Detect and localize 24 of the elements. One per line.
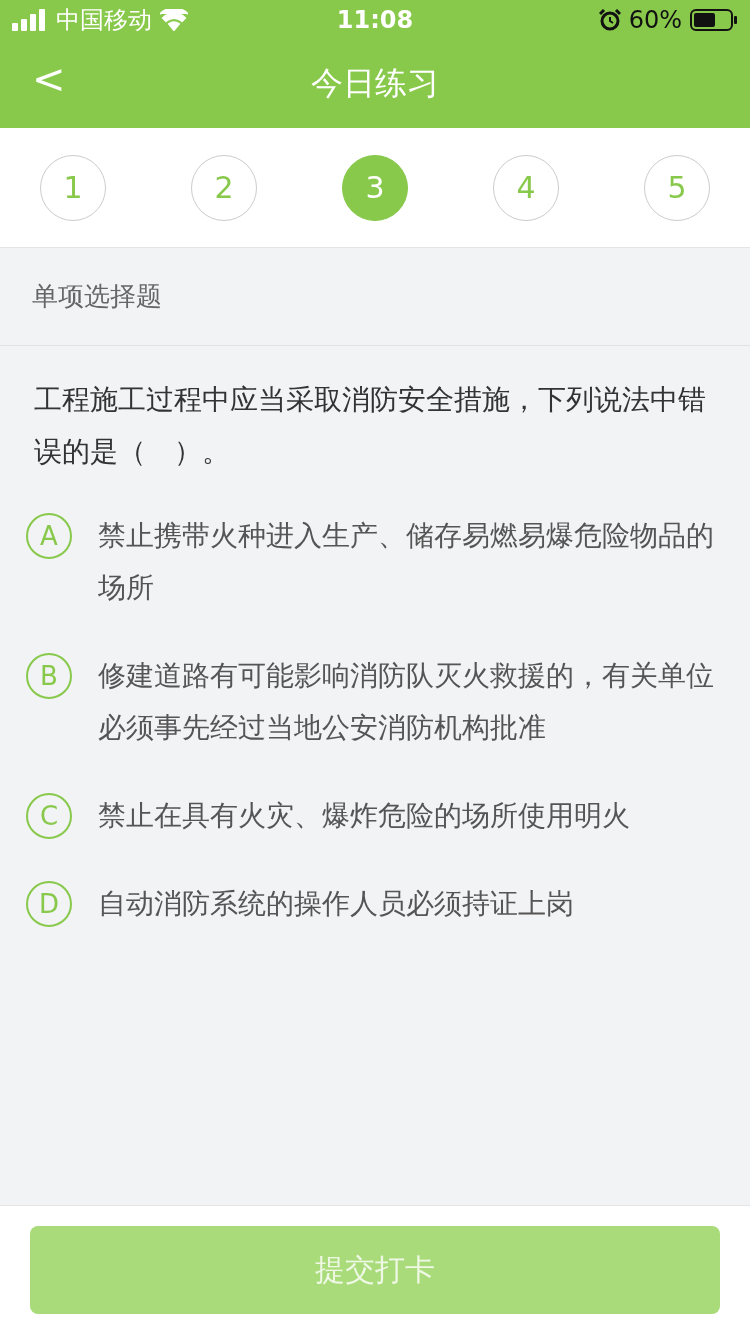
option-letter[interactable]: C <box>26 793 72 839</box>
question-number-tab[interactable]: 5 <box>644 154 710 221</box>
option-letter[interactable]: A <box>26 513 72 559</box>
clock-time: 11:08 <box>335 6 415 34</box>
option-letter[interactable]: D <box>26 881 72 927</box>
option-text[interactable]: 禁止在具有火灾、爆炸危险的场所使用明火 <box>98 790 630 842</box>
wifi-icon <box>160 9 188 31</box>
option-letter[interactable]: B <box>26 653 72 699</box>
alarm-icon <box>598 9 621 31</box>
page-title: 今日练习 <box>311 63 439 104</box>
question-text: 工程施工过程中应当采取消防安全措施，下列说法中错误的是（ ）。 <box>33 382 707 470</box>
carrier-name: 中国移动 <box>56 5 152 36</box>
question-number-tab[interactable]: 3 <box>342 154 408 221</box>
signal-icon <box>12 9 48 31</box>
question-number-tab[interactable]: 4 <box>493 154 559 221</box>
option-text[interactable]: 自动消防系统的操作人员必须持证上岗 <box>98 878 574 930</box>
battery-icon <box>690 9 738 31</box>
option-text[interactable]: 禁止携带火种进入生产、储存易燃易爆危险物品的场所 <box>98 510 720 614</box>
option-text[interactable]: 修建道路有可能影响消防队灭火救援的，有关单位必须事先经过当地公安消防机构批准 <box>98 650 720 754</box>
question-type-label: 单项选择题 <box>0 248 750 346</box>
question-number-tab[interactable]: 2 <box>191 154 257 221</box>
back-button[interactable]: < <box>24 56 74 102</box>
question-number-tab[interactable]: 1 <box>40 154 106 221</box>
battery-percent: 60% <box>628 6 682 34</box>
